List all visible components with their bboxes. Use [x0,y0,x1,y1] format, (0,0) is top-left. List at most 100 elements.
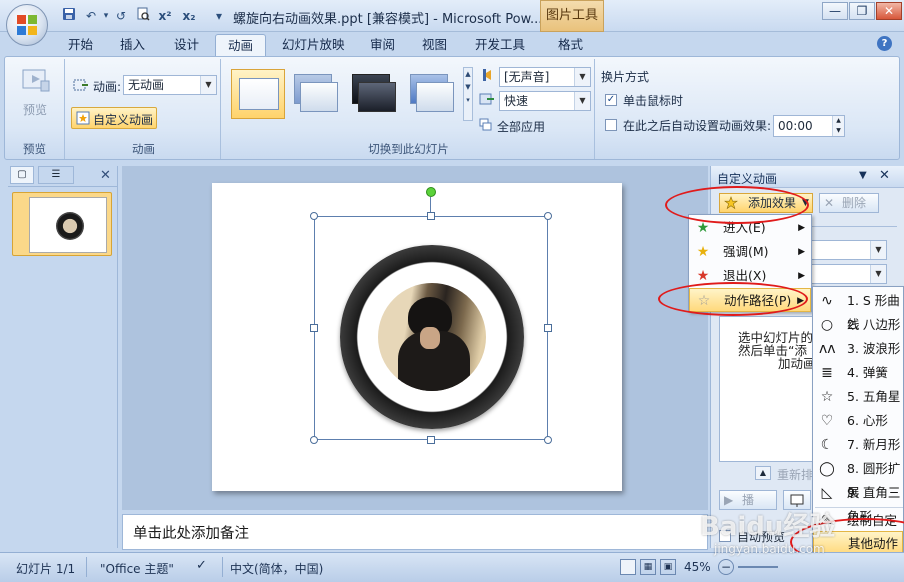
path-item-spring[interactable]: ≣ 4. 弹簧 [813,361,903,385]
on-click-checkbox[interactable]: ✓ [605,94,617,106]
chevron-down-icon: ▼ [574,92,590,110]
help-icon[interactable]: ? [877,36,892,51]
menu-item-emphasis[interactable]: ★ 强调(M) ▶ [689,240,811,264]
resize-handle-l[interactable] [310,324,318,332]
speed-select-value: 快速 [504,94,529,108]
speed-select[interactable]: 快速 ▼ [499,91,591,111]
outline-tab-icon[interactable]: ☰ [38,166,74,184]
auto-after-checkbox[interactable] [605,119,617,131]
zoom-slider[interactable] [738,566,778,568]
sound-icon [479,67,495,83]
status-bar: 幻灯片 1/1 "Office 主题" ✓ 中文(简体，中国) ▦ ▣ 45% … [0,552,904,582]
custom-animation-button[interactable]: 自定义动画 [71,107,157,129]
path-item-octagon[interactable]: ○ 2. 八边形 [813,313,903,337]
restore-button[interactable]: ❐ [849,2,875,20]
zoom-out-icon[interactable]: − [718,559,734,575]
apply-all-icon [479,118,493,132]
remove-icon: ✕ [824,196,835,210]
path-item-right-triangle[interactable]: ◺ 9. 直角三角形 [813,481,903,524]
spellcheck-icon[interactable]: ✓ [196,558,214,576]
slide-editor [122,166,708,510]
tab-animation[interactable]: 动画 [215,34,267,56]
superscript-button[interactable]: x² [156,7,174,25]
slide-canvas[interactable] [212,183,622,491]
path-item-crescent[interactable]: ☾ 7. 新月形 [813,433,903,457]
preview-icon[interactable] [21,67,51,95]
sound-select[interactable]: [无声音] ▼ [499,67,591,87]
office-logo-icon [17,15,37,35]
close-panel-icon[interactable]: ✕ [100,168,111,183]
path-item-wave[interactable]: ʌʌ 3. 波浪形 [813,337,903,361]
resize-handle-b[interactable] [427,436,435,444]
resize-handle-t[interactable] [427,212,435,220]
task-pane-header: 自定义动画 ▼ ✕ [711,166,904,188]
direction-select[interactable]: ▼ [811,264,887,284]
close-button[interactable]: ✕ [876,2,902,20]
start-select[interactable]: ▼ [811,240,887,260]
redo-icon[interactable]: ↺ [112,7,130,25]
resize-handle-br[interactable] [544,436,552,444]
normal-view-icon[interactable] [620,559,636,575]
rotate-handle[interactable] [426,187,436,197]
transition-fade-black-thumb[interactable] [347,69,401,119]
tab-slideshow[interactable]: 幻灯片放映 [270,34,357,56]
path-item-star[interactable]: ☆ 5. 五角星 [813,385,903,409]
transition-cut-thumb[interactable] [405,69,459,119]
transition-none-thumb[interactable] [231,69,285,119]
chevron-down-icon: ▼ [870,265,886,283]
resize-handle-r[interactable] [544,324,552,332]
path-item-circle[interactable]: ◯ 8. 圆形扩展 [813,457,903,500]
tab-review[interactable]: 审阅 [358,34,407,56]
tab-format[interactable]: 格式 [546,34,595,56]
transition-fade-thumb[interactable] [289,69,343,119]
office-button[interactable] [6,4,48,46]
title-bar: ↶ ▾ ↺ x² x₂ ▾ 螺旋向右动画效果.ppt [兼容模式] - Micr… [0,0,904,32]
pane-options-icon[interactable]: ▼ [859,170,867,181]
print-preview-icon[interactable] [134,7,152,25]
subscript-button[interactable]: x₂ [180,7,198,25]
resize-handle-tr[interactable] [544,212,552,220]
path-item-heart[interactable]: ♡ 6. 心形 [813,409,903,433]
slide-count: 幻灯片 1/1 [16,562,76,576]
gallery-scroll[interactable]: ▲ ▼ ▾ [463,67,473,121]
custom-animation-icon [76,111,90,125]
minimize-button[interactable]: — [822,2,848,20]
notes-field[interactable]: 单击此处添加备注 [122,514,708,550]
group-transition: ▲ ▼ ▾ [无声音] ▼ 快速 ▼ 全部应用 切换到此幻灯片 [223,59,595,159]
path-item-s-curve[interactable]: ∿ 1. S 形曲线 [813,289,903,332]
chevron-down-icon: ▼ [574,68,590,86]
octagon-icon: ○ [820,317,834,333]
auto-after-label: 在此之后自动设置动画效果: [623,119,772,133]
annotation-ellipse-add-effect [665,186,809,224]
tab-design[interactable]: 设计 [162,34,211,56]
sound-select-value: [无声音] [504,70,550,84]
slides-panel: ▢ ☰ ✕ 1 [8,166,118,548]
wave-icon: ʌʌ [819,341,836,357]
slide-thumbnail[interactable] [12,192,112,256]
remove-button[interactable]: ✕ 删除 [819,193,879,213]
tab-insert[interactable]: 插入 [108,34,157,56]
group-preview: 预览 预览 [5,59,65,159]
resize-handle-tl[interactable] [310,212,318,220]
slideshow-view-icon[interactable]: ▣ [660,559,676,575]
tab-view[interactable]: 视图 [410,34,459,56]
slides-tab-icon[interactable]: ▢ [10,166,34,184]
animation-select[interactable]: 无动画 ▼ [123,75,217,95]
resize-handle-bl[interactable] [310,436,318,444]
apply-all-button[interactable]: 全部应用 [479,117,565,135]
move-up-icon[interactable]: ▲ [755,466,771,480]
task-pane-title: 自定义动画 [717,172,778,186]
pane-close-icon[interactable]: ✕ [879,168,890,183]
slide-sorter-icon[interactable]: ▦ [640,559,656,575]
tab-developer[interactable]: 开发工具 [463,34,537,56]
star-icon: ☆ [820,389,834,405]
tab-home[interactable]: 开始 [56,34,105,56]
auto-after-input[interactable]: 00:00 ▲ ▼ [773,115,845,137]
spinner-icon[interactable]: ▲ ▼ [832,116,844,136]
vinyl-record-image[interactable] [340,245,524,429]
crescent-icon: ☾ [820,437,834,453]
exit-star-icon: ★ [696,268,710,284]
customize-qa-icon[interactable]: ▾ [210,7,228,25]
save-icon[interactable] [60,7,78,25]
group-animation: 动画: 无动画 ▼ 自定义动画 动画 [67,59,221,159]
